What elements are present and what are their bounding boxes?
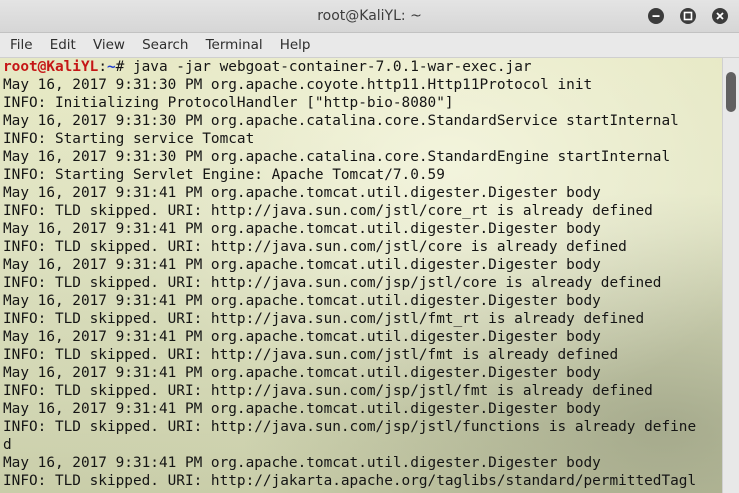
menu-bar: File Edit View Search Terminal Help — [0, 33, 739, 58]
terminal-output-area[interactable]: root@KaliYL:~# java -jar webgoat-contain… — [0, 58, 722, 493]
maximize-button[interactable] — [680, 8, 696, 24]
output-line: May 16, 2017 9:31:41 PM org.apache.tomca… — [3, 329, 601, 345]
menu-file[interactable]: File — [10, 33, 33, 57]
output-line: May 16, 2017 9:31:41 PM org.apache.tomca… — [3, 365, 601, 381]
scrollbar-thumb[interactable] — [726, 72, 736, 112]
output-line: d — [3, 437, 12, 453]
minimize-icon — [652, 15, 660, 17]
output-line: INFO: TLD skipped. URI: http://java.sun.… — [3, 383, 653, 399]
minimize-button[interactable] — [648, 8, 664, 24]
terminal-lines: root@KaliYL:~# java -jar webgoat-contain… — [3, 58, 696, 490]
prompt-path: ~ — [106, 59, 116, 75]
output-line: INFO: TLD skipped. URI: http://jakarta.a… — [3, 473, 697, 489]
prompt-line: root@KaliYL:~# java -jar webgoat-contain… — [3, 58, 696, 76]
output-line: INFO: TLD skipped. URI: http://java.sun.… — [3, 311, 645, 327]
prompt-command: java -jar webgoat-container-7.0.1-war-ex… — [132, 59, 532, 75]
prompt-symbol: # — [115, 59, 133, 75]
close-button[interactable] — [712, 8, 728, 24]
output-line: INFO: TLD skipped. URI: http://java.sun.… — [3, 239, 627, 255]
output-line: May 16, 2017 9:31:30 PM org.apache.catal… — [3, 113, 679, 129]
close-icon — [716, 12, 724, 20]
terminal-window: root@KaliYL: ~ File Edit View Search Ter… — [0, 0, 739, 493]
menu-terminal[interactable]: Terminal — [206, 33, 263, 57]
output-line: May 16, 2017 9:31:41 PM org.apache.tomca… — [3, 455, 601, 471]
output-line: INFO: TLD skipped. URI: http://java.sun.… — [3, 419, 697, 435]
output-line: May 16, 2017 9:31:41 PM org.apache.tomca… — [3, 221, 601, 237]
prompt-separator: : — [98, 59, 107, 75]
output-line: INFO: Starting Servlet Engine: Apache To… — [3, 167, 445, 183]
output-line: INFO: Initializing ProtocolHandler ["htt… — [3, 95, 454, 111]
output-line: May 16, 2017 9:31:41 PM org.apache.tomca… — [3, 257, 601, 273]
prompt-user-host: root@KaliYL — [3, 59, 99, 75]
maximize-icon — [683, 11, 693, 21]
window-title: root@KaliYL: ~ — [317, 8, 422, 24]
output-line: May 16, 2017 9:31:30 PM org.apache.catal… — [3, 149, 671, 165]
output-line: May 16, 2017 9:31:41 PM org.apache.tomca… — [3, 185, 601, 201]
output-line: INFO: TLD skipped. URI: http://java.sun.… — [3, 347, 619, 363]
output-line: INFO: TLD skipped. URI: http://java.sun.… — [3, 203, 653, 219]
title-bar[interactable]: root@KaliYL: ~ — [0, 0, 739, 33]
output-line: May 16, 2017 9:31:41 PM org.apache.tomca… — [3, 293, 601, 309]
output-line: May 16, 2017 9:31:30 PM org.apache.coyot… — [3, 77, 593, 93]
output-line: INFO: Starting service Tomcat — [3, 131, 255, 147]
output-line: May 16, 2017 9:31:41 PM org.apache.tomca… — [3, 401, 601, 417]
vertical-scrollbar[interactable] — [722, 58, 739, 493]
output-line: INFO: TLD skipped. URI: http://java.sun.… — [3, 275, 662, 291]
menu-help[interactable]: Help — [280, 33, 311, 57]
menu-edit[interactable]: Edit — [50, 33, 76, 57]
menu-view[interactable]: View — [93, 33, 125, 57]
menu-search[interactable]: Search — [142, 33, 188, 57]
